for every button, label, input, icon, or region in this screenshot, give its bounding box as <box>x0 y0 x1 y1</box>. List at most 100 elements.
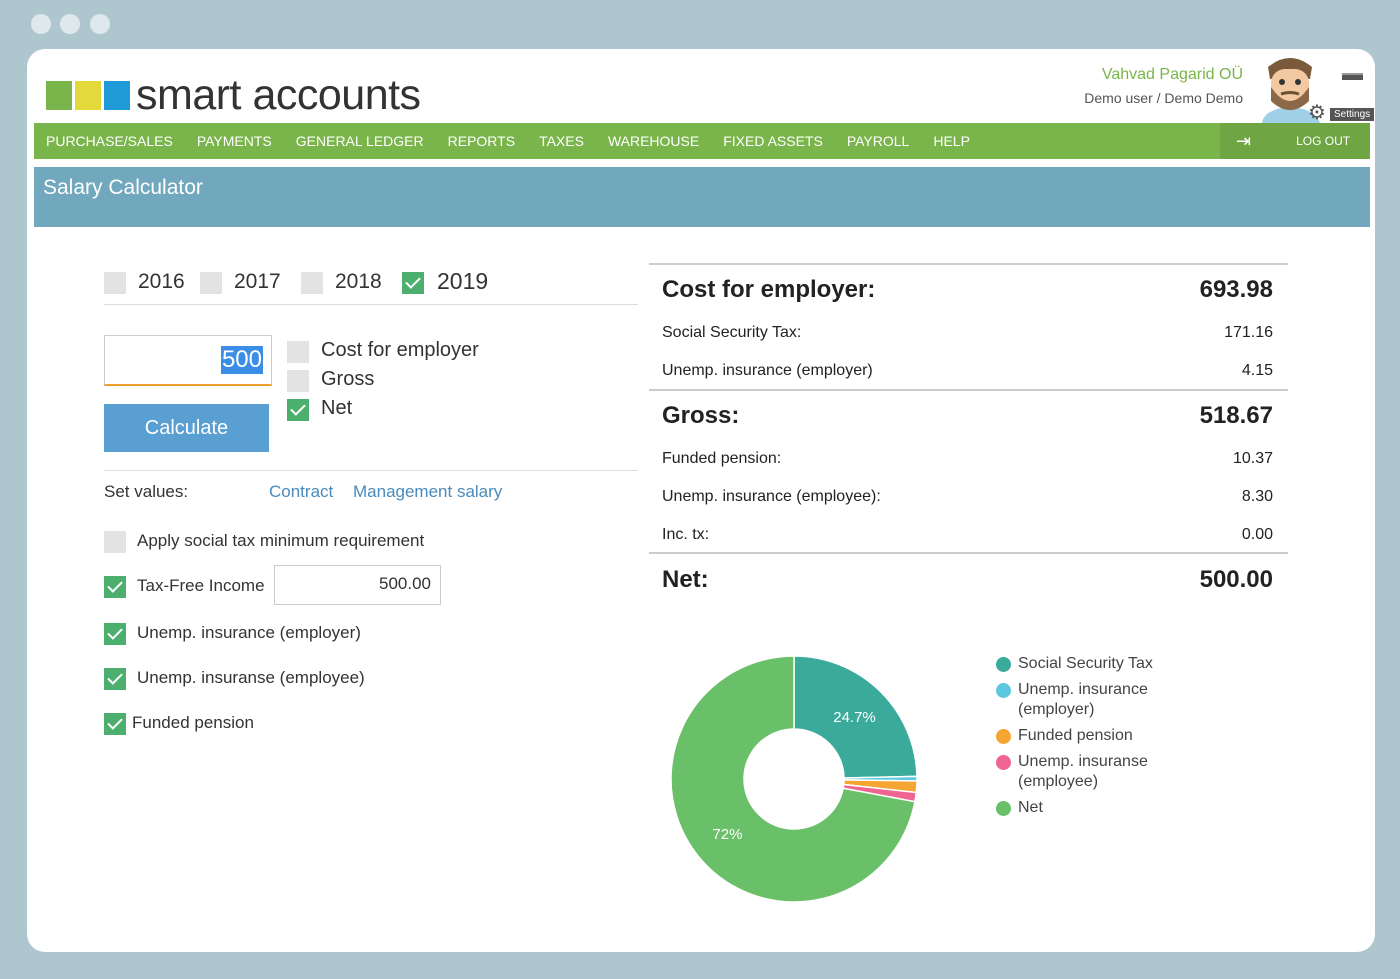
year-2018-checkbox[interactable] <box>301 272 323 294</box>
amount-value: 500 <box>220 346 263 374</box>
page-header: Salary Calculator <box>34 167 1370 227</box>
nav-payments[interactable]: PAYMENTS <box>185 133 284 149</box>
legend-label: Net <box>1018 799 1043 816</box>
result-unemp-employer-label: Unemp. insurance (employer) <box>662 362 873 379</box>
nav-purchase-sales[interactable]: PURCHASE/SALES <box>34 133 185 149</box>
result-cost-row: Cost for employer: 693.98 <box>649 274 1288 314</box>
mode-net-checkbox[interactable] <box>287 399 309 421</box>
tax-free-input[interactable]: 500.00 <box>274 565 441 605</box>
result-social-row: Social Security Tax: 171.16 <box>649 324 1288 348</box>
legend-swatch <box>996 801 1011 816</box>
mode-gross-checkbox[interactable] <box>287 370 309 392</box>
nav-warehouse[interactable]: WAREHOUSE <box>596 133 711 149</box>
result-pension-row: Funded pension: 10.37 <box>649 450 1288 474</box>
legend-label: Social Security Tax <box>1018 655 1153 672</box>
result-cost-label: Cost for employer: <box>662 276 876 303</box>
divider <box>649 263 1288 265</box>
unemp-employer-checkbox[interactable] <box>104 623 126 645</box>
legend-item[interactable]: Unemp. insuranse (employee) <box>996 752 1168 792</box>
legend-swatch <box>996 657 1011 672</box>
settings-label[interactable]: Settings <box>1330 108 1375 121</box>
year-2017-checkbox[interactable] <box>200 272 222 294</box>
chart-legend: Social Security Tax Unemp. insurance (em… <box>996 654 1168 824</box>
page-title: Salary Calculator <box>43 176 203 199</box>
tax-free-label[interactable]: Tax-Free Income <box>137 576 265 596</box>
divider <box>649 552 1288 554</box>
result-social-label: Social Security Tax: <box>662 324 802 341</box>
nav-reports[interactable]: REPORTS <box>436 133 527 149</box>
minimize-button[interactable] <box>1342 73 1363 80</box>
result-inctax-label: Inc. tx: <box>662 526 710 543</box>
mode-cost-checkbox[interactable] <box>287 341 309 363</box>
donut-chart: 24.7% 72% <box>670 655 918 903</box>
year-2017-label[interactable]: 2017 <box>234 270 281 294</box>
year-2019-label[interactable]: 2019 <box>437 268 488 295</box>
funded-pension-checkbox[interactable] <box>104 713 126 735</box>
app-window: smart accounts Vahvad Pagarid OÜ Demo us… <box>27 49 1375 952</box>
legend-item[interactable]: Funded pension <box>996 726 1168 746</box>
mode-gross-label[interactable]: Gross <box>321 368 374 391</box>
logout-button[interactable]: ⇥ LOG OUT <box>1220 123 1370 159</box>
divider <box>649 389 1288 391</box>
divider <box>104 304 638 305</box>
legend-item[interactable]: Social Security Tax <box>996 654 1168 674</box>
logout-icon: ⇥ <box>1236 130 1252 151</box>
logo[interactable]: smart accounts <box>46 71 421 120</box>
social-min-label[interactable]: Apply social tax minimum requirement <box>137 531 424 551</box>
result-social-value: 171.16 <box>1224 324 1273 341</box>
result-cost-value: 693.98 <box>1199 276 1273 303</box>
company-name[interactable]: Vahvad Pagarid OÜ <box>1084 66 1243 84</box>
mode-net-label[interactable]: Net <box>321 397 352 420</box>
nav-help[interactable]: HELP <box>921 133 982 149</box>
social-min-checkbox[interactable] <box>104 531 126 553</box>
result-inctax-value: 0.00 <box>1241 526 1273 543</box>
result-pension-label: Funded pension: <box>662 450 782 467</box>
result-gross-value: 518.67 <box>1199 402 1273 429</box>
result-pension-value: 10.37 <box>1232 450 1273 467</box>
year-2019-checkbox[interactable] <box>402 272 424 294</box>
result-unemp-employee-value: 8.30 <box>1241 488 1273 505</box>
legend-item[interactable]: Net <box>996 798 1168 818</box>
nav-general-ledger[interactable]: GENERAL LEDGER <box>284 133 436 149</box>
result-net-label: Net: <box>662 566 709 593</box>
result-unemp-employer-row: Unemp. insurance (employer) 4.15 <box>649 362 1288 386</box>
logo-text: smart accounts <box>136 71 421 119</box>
legend-label: Funded pension <box>1018 727 1133 744</box>
nav-payroll[interactable]: PAYROLL <box>835 133 922 149</box>
user-name: Demo user / Demo Demo <box>1084 90 1243 106</box>
result-net-row: Net: 500.00 <box>649 564 1288 604</box>
gear-icon[interactable]: ⚙ <box>1308 100 1326 125</box>
result-unemp-employee-row: Unemp. insurance (employee): 8.30 <box>649 488 1288 512</box>
management-salary-link[interactable]: Management salary <box>353 482 502 502</box>
calculate-button[interactable]: Calculate <box>104 404 269 452</box>
nav-fixed-assets[interactable]: FIXED ASSETS <box>711 133 835 149</box>
result-unemp-employee-label: Unemp. insurance (employee): <box>662 488 881 505</box>
tax-free-checkbox[interactable] <box>104 576 126 598</box>
set-values-label: Set values: <box>104 482 189 501</box>
nav-taxes[interactable]: TAXES <box>527 133 596 149</box>
contract-link[interactable]: Contract <box>269 482 333 502</box>
logo-square <box>75 81 101 110</box>
legend-swatch <box>996 729 1011 744</box>
funded-pension-label[interactable]: Funded pension <box>132 713 254 733</box>
year-2016-label[interactable]: 2016 <box>138 270 185 294</box>
legend-label: Unemp. insurance (employer) <box>1018 681 1148 718</box>
logo-square <box>104 81 130 110</box>
divider <box>104 470 638 471</box>
unemp-employee-label[interactable]: Unemp. insuranse (employee) <box>137 668 365 688</box>
year-2016-checkbox[interactable] <box>104 272 126 294</box>
company-info: Vahvad Pagarid OÜ Demo user / Demo Demo <box>1084 66 1243 106</box>
legend-label: Unemp. insuranse (employee) <box>1018 753 1148 790</box>
donut-slice-label: 24.7% <box>833 709 876 726</box>
window-dot <box>31 14 51 34</box>
unemp-employer-label[interactable]: Unemp. insurance (employer) <box>137 623 361 643</box>
logo-square <box>46 81 72 110</box>
legend-item[interactable]: Unemp. insurance (employer) <box>996 680 1168 720</box>
year-2018-label[interactable]: 2018 <box>335 270 382 294</box>
donut-slice-label: 72% <box>712 826 742 843</box>
legend-swatch <box>996 683 1011 698</box>
amount-input[interactable]: 500 <box>104 335 272 386</box>
window-dot <box>60 14 80 34</box>
mode-cost-label[interactable]: Cost for employer <box>321 339 479 362</box>
unemp-employee-checkbox[interactable] <box>104 668 126 690</box>
